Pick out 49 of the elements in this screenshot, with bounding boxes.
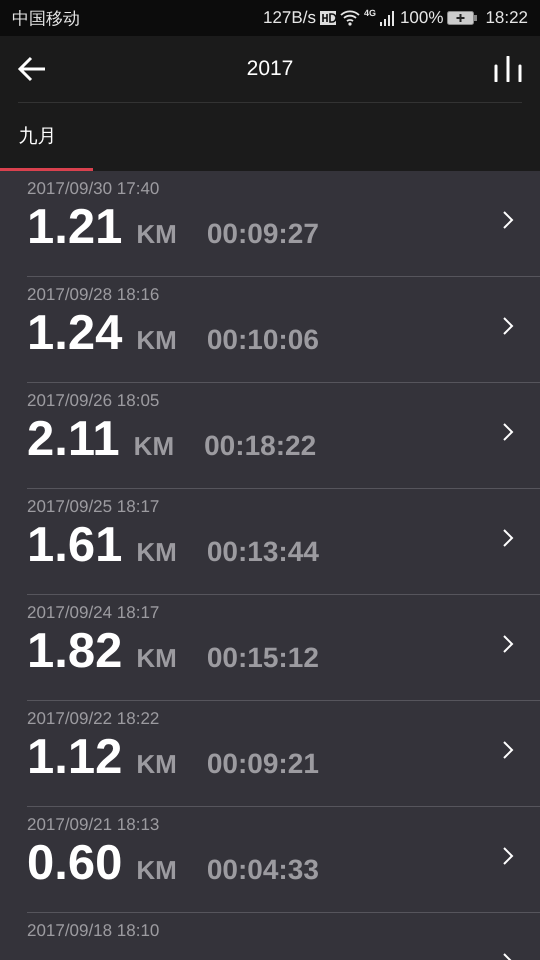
network-speed: 127B/s (263, 8, 316, 28)
chevron-right-icon[interactable] (502, 741, 514, 759)
record-date: 2017/09/24 18:17 (27, 603, 160, 623)
month-tab[interactable]: 九月 (0, 103, 93, 171)
duration-value: 00:04:33 (206, 854, 319, 886)
signal-icon (380, 10, 396, 26)
distance-value: 1.82 (27, 627, 122, 676)
chevron-right-icon[interactable] (502, 423, 514, 441)
back-arrow-icon[interactable] (18, 56, 46, 82)
distance-value: 0.60 (27, 839, 122, 888)
distance-value: 1.12 (27, 733, 122, 782)
duration-value: 00:10:06 (206, 324, 319, 356)
chevron-right-icon[interactable] (502, 317, 514, 335)
record-date: 2017/09/28 18:16 (27, 285, 160, 305)
screen-title: 2017 (246, 57, 294, 81)
distance-unit: KM (134, 431, 174, 462)
record-date: 2017/09/22 18:22 (27, 709, 160, 729)
chevron-right-icon[interactable] (502, 529, 514, 547)
record-date: 2017/09/18 18:10 (27, 921, 160, 941)
duration-value: 00:15:12 (206, 642, 319, 674)
duration-value: 00:09:27 (206, 218, 319, 250)
distance-unit: KM (136, 643, 177, 674)
chevron-right-icon[interactable] (502, 211, 514, 229)
distance-value: 1.21 (27, 203, 122, 252)
hd-icon (320, 11, 336, 25)
distance-value: 2.11 (27, 415, 120, 464)
record-date: 2017/09/21 18:13 (27, 815, 160, 835)
record-date: 2017/09/26 18:05 (27, 391, 160, 411)
carrier-name: 中国移动 (12, 8, 80, 30)
distance-unit: KM (136, 325, 177, 356)
distance-unit: KM (136, 855, 177, 886)
record-date: 2017/09/30 17:40 (27, 179, 160, 199)
bar-chart-icon[interactable] (494, 56, 522, 82)
wifi-icon (340, 10, 360, 26)
distance-value: 1.61 (27, 521, 122, 570)
distance-unit: KM (136, 219, 177, 250)
distance-value: 1.24 (27, 309, 122, 358)
duration-value: 00:13:44 (206, 536, 319, 568)
record-date: 2017/09/25 18:17 (27, 497, 160, 517)
battery-icon (447, 11, 478, 25)
duration-value: 00:09:21 (206, 748, 319, 780)
chevron-right-icon[interactable] (502, 635, 514, 653)
network-type: 4G (364, 8, 376, 18)
chevron-right-icon[interactable] (502, 847, 514, 865)
distance-unit: KM (136, 749, 177, 780)
distance-unit: KM (136, 537, 177, 568)
clock: 18:22 (485, 8, 528, 28)
duration-value: 00:18:22 (204, 430, 316, 462)
battery-percent: 100% (400, 8, 444, 28)
